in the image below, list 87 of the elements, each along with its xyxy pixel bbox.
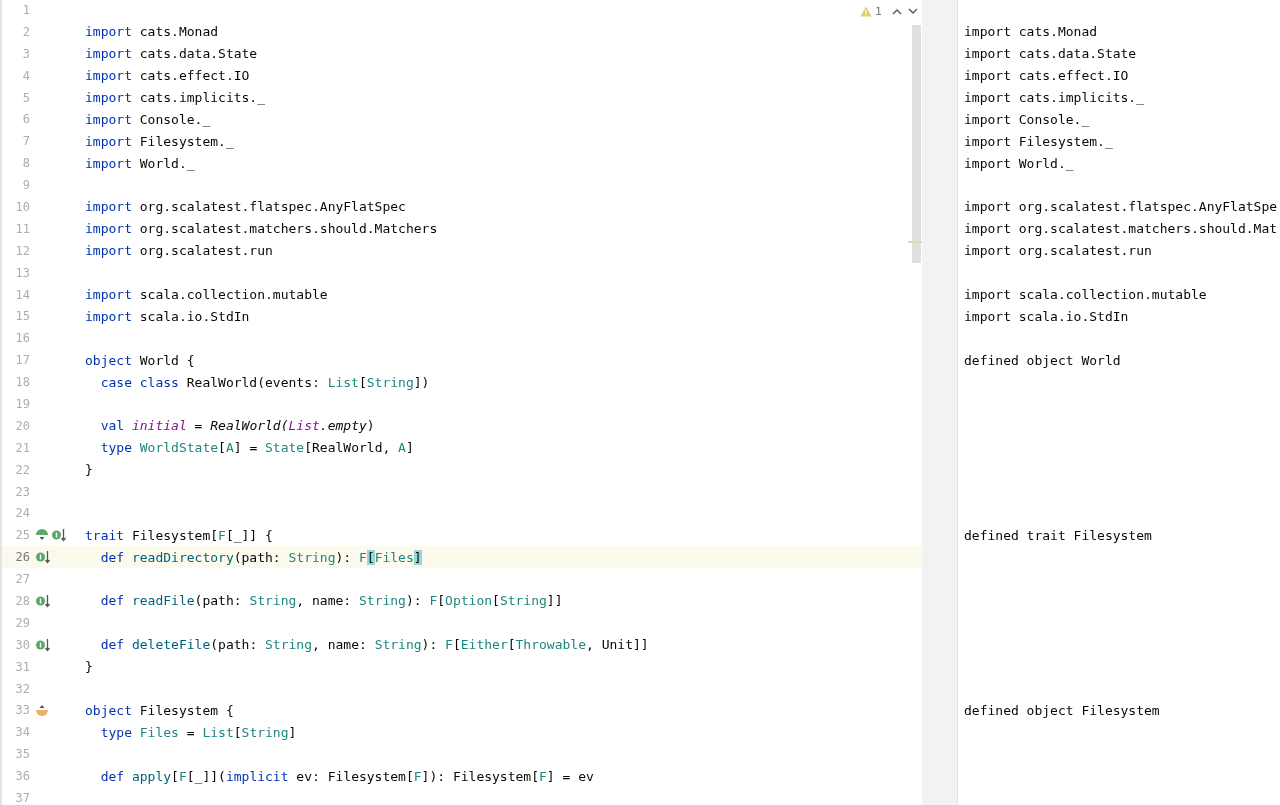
line-number: 29 bbox=[14, 615, 30, 630]
line-number: 15 bbox=[14, 309, 30, 324]
implemented-icon[interactable] bbox=[51, 528, 67, 543]
line-number: 10 bbox=[14, 199, 30, 214]
line-number: 22 bbox=[14, 462, 30, 477]
output-line: defined object World bbox=[964, 352, 1121, 368]
output-line: import World._ bbox=[964, 155, 1074, 171]
next-icon[interactable] bbox=[908, 8, 918, 15]
line-number: 21 bbox=[14, 440, 30, 455]
line-number: 33 bbox=[14, 703, 30, 718]
output-line: import cats.data.State bbox=[964, 46, 1137, 62]
output-line: import cats.implicits._ bbox=[964, 90, 1144, 105]
code-line: import cats.implicits._ bbox=[85, 90, 266, 105]
code-line: import Console._ bbox=[85, 111, 211, 127]
line-number: 35 bbox=[14, 747, 30, 762]
code-line: import Filesystem._ bbox=[85, 133, 234, 149]
warning-marker[interactable] bbox=[908, 241, 922, 243]
output-line: import scala.collection.mutable bbox=[964, 287, 1207, 302]
output-line: defined object Filesystem bbox=[964, 702, 1160, 718]
line-number: 20 bbox=[14, 418, 30, 433]
line-number: 13 bbox=[14, 265, 30, 280]
line-number: 23 bbox=[14, 484, 30, 499]
line-number: 1 bbox=[21, 2, 30, 17]
code-line: case class RealWorld(events: List[String]) bbox=[99, 374, 430, 390]
implemented-icon[interactable] bbox=[35, 594, 51, 608]
line-number: 37 bbox=[14, 791, 30, 805]
output-line: import Filesystem._ bbox=[964, 133, 1113, 149]
code-line: def deleteFile(path: String, name: String): F[Either[Throwable, Unit]] bbox=[99, 637, 649, 653]
line-number: 12 bbox=[14, 243, 30, 258]
code-line: } bbox=[85, 659, 93, 675]
code-line: def readDirectory(path: String): F[Files] bbox=[99, 549, 422, 565]
code-line: object World { bbox=[85, 352, 195, 368]
line-number: 26 bbox=[14, 550, 30, 565]
line-number: 11 bbox=[14, 221, 30, 236]
line-number: 32 bbox=[14, 681, 30, 696]
code-line: object Filesystem { bbox=[85, 702, 234, 718]
output-line: import org.scalatest.matchers.should.Mat bbox=[964, 221, 1278, 237]
code-line: def apply[F[_]](implicit ev: Filesystem[F]): Filesystem[F] = ev bbox=[99, 768, 594, 784]
output-line: import org.scalatest.flatspec.AnyFlatSpe bbox=[964, 199, 1278, 215]
line-number: 19 bbox=[14, 396, 30, 411]
code-line: type Files = List[String] bbox=[99, 724, 297, 740]
code-line: } bbox=[85, 462, 93, 478]
code-line: import org.scalatest.flatspec.AnyFlatSpec bbox=[85, 199, 406, 215]
line-number: 2 bbox=[21, 24, 30, 39]
code-line: trait Filesystem[F[_]] { bbox=[85, 527, 273, 543]
line-number: 25 bbox=[14, 528, 30, 543]
output-line: import org.scalatest.run bbox=[964, 243, 1152, 259]
output-line: defined trait Filesystem bbox=[964, 527, 1152, 543]
line-number: 8 bbox=[21, 156, 30, 171]
line-number: 6 bbox=[21, 112, 30, 127]
line-number: 3 bbox=[21, 46, 30, 61]
previous-icon[interactable] bbox=[892, 8, 902, 15]
line-number: 18 bbox=[14, 375, 30, 390]
code-line: type WorldState[A] = State[RealWorld, A] bbox=[99, 440, 414, 456]
code-line: def readFile(path: String, name: String): F[Option[String]] bbox=[99, 593, 563, 609]
line-number: 7 bbox=[21, 134, 30, 149]
code-line: import cats.Monad bbox=[85, 24, 219, 40]
line-number: 31 bbox=[14, 659, 30, 674]
line-number: 30 bbox=[14, 637, 30, 652]
code-line: import cats.effect.IO bbox=[85, 68, 250, 84]
code-line: import scala.collection.mutable bbox=[85, 287, 328, 302]
line-number: 28 bbox=[14, 594, 30, 608]
code-line: import org.scalatest.matchers.should.Matchers bbox=[85, 221, 438, 237]
line-number: 36 bbox=[14, 769, 30, 784]
output-line: import cats.effect.IO bbox=[964, 68, 1129, 84]
code-line: import cats.data.State bbox=[85, 46, 258, 62]
output-line: import Console._ bbox=[964, 111, 1090, 127]
code-line: import World._ bbox=[85, 155, 195, 171]
line-number: 17 bbox=[14, 353, 30, 368]
line-number: 16 bbox=[14, 331, 30, 346]
code-line: val initial = RealWorld(List.empty) bbox=[99, 418, 375, 434]
line-number: 5 bbox=[21, 90, 30, 105]
line-number: 9 bbox=[21, 178, 30, 193]
line-number: 34 bbox=[14, 725, 30, 740]
code-line: import org.scalatest.run bbox=[85, 243, 273, 259]
output-line: import cats.Monad bbox=[964, 24, 1098, 40]
scrollbar-thumb[interactable] bbox=[912, 25, 921, 263]
output-line: import scala.io.StdIn bbox=[964, 308, 1129, 324]
line-number: 4 bbox=[21, 68, 30, 83]
implemented-icon[interactable] bbox=[35, 637, 51, 652]
line-number: 24 bbox=[14, 506, 30, 521]
implemented-icon[interactable] bbox=[35, 550, 51, 565]
line-number: 27 bbox=[14, 572, 30, 587]
companion-icon[interactable] bbox=[35, 703, 49, 718]
warning-count: 1 bbox=[875, 5, 882, 18]
line-number: 14 bbox=[14, 287, 30, 302]
code-line: import scala.io.StdIn bbox=[85, 308, 250, 324]
